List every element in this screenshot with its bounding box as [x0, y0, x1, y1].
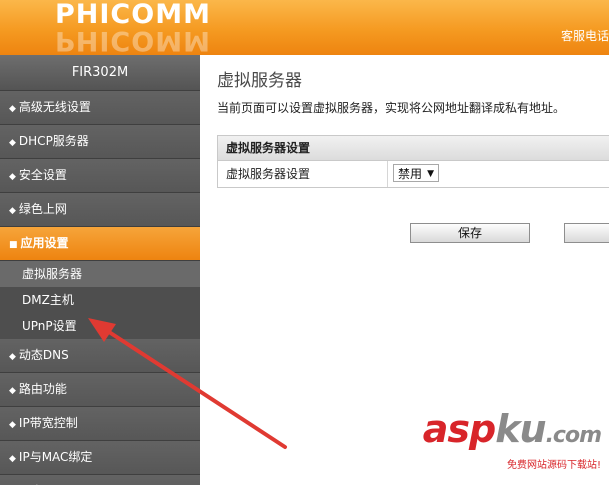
header-bar: PHICOMM PHICOMM 客服电话 [0, 0, 609, 55]
bullet-icon: ◆ [9, 420, 16, 430]
sidebar-item-ip-mac-binding[interactable]: ◆ IP与MAC绑定 [0, 441, 200, 475]
sidebar-item-dhcp-server[interactable]: ◆ DHCP服务器 [0, 125, 200, 159]
bullet-icon: ◆ [9, 104, 16, 114]
table-row: 虚拟服务器设置 禁用 ▼ [218, 161, 609, 187]
bullet-icon: ◆ [9, 172, 16, 182]
brand-logo-reflection: PHICOMM [55, 25, 211, 55]
row-divider [387, 161, 388, 187]
bullet-icon: ◆ [9, 352, 16, 362]
virtual-server-enable-select[interactable]: 禁用 ▼ [393, 164, 439, 182]
sidebar-item-label: IP与MAC绑定 [18, 450, 93, 464]
sidebar-item-label: 应用设置 [20, 236, 69, 250]
sidebar-subitem-dmz-host[interactable]: DMZ主机 [0, 287, 200, 313]
device-model: FIR302M [0, 55, 200, 91]
sidebar-item-green-internet[interactable]: ◆ 绿色上网 [0, 193, 200, 227]
sidebar-item-ip-bandwidth[interactable]: ◆ IP带宽控制 [0, 407, 200, 441]
settings-table: 虚拟服务器设置 虚拟服务器设置 禁用 ▼ [217, 135, 609, 188]
sidebar: FIR302M ◆ 高级无线设置 ◆ DHCP服务器 ◆ 安全设置 ◆ 绿色上网 ■ 应用… [0, 55, 200, 485]
page-description: 当前页面可以设置虚拟服务器，实现将公网地址翻译成私有地址。 [217, 101, 566, 115]
hotline-label: 客服电话 [560, 29, 609, 43]
sidebar-item-ddns[interactable]: ◆ 动态DNS [0, 339, 200, 373]
chevron-down-icon: ▼ [427, 169, 434, 179]
sidebar-subitem-upnp[interactable]: UPnP设置 [0, 313, 200, 339]
sidebar-item-label: DHCP服务器 [18, 134, 89, 148]
main-content: 虚拟服务器 当前页面可以设置虚拟服务器，实现将公网地址翻译成私有地址。 虚拟服务… [200, 55, 609, 485]
bullet-icon: ◆ [9, 206, 16, 216]
sidebar-item-logout[interactable]: ◆退出 [0, 475, 200, 485]
bullet-icon: ◆ [9, 454, 16, 464]
save-button[interactable]: 保存 [410, 223, 530, 243]
bullet-icon: ■ [9, 240, 18, 250]
table-header: 虚拟服务器设置 [218, 136, 609, 161]
sidebar-subitem-virtual-server[interactable]: 虚拟服务器 [0, 261, 200, 287]
secondary-button[interactable] [564, 223, 609, 243]
sidebar-item-routing[interactable]: ◆ 路由功能 [0, 373, 200, 407]
sidebar-item-label: IP带宽控制 [18, 416, 78, 430]
sidebar-item-advanced-wireless[interactable]: ◆ 高级无线设置 [0, 91, 200, 125]
bullet-icon: ◆ [9, 138, 16, 148]
sidebar-item-label: 绿色上网 [18, 202, 67, 216]
sidebar-item-label: 高级无线设置 [18, 100, 91, 114]
sidebar-item-label: 路由功能 [18, 382, 67, 396]
sidebar-item-label: 动态DNS [18, 348, 69, 362]
sidebar-item-security[interactable]: ◆ 安全设置 [0, 159, 200, 193]
row-label: 虚拟服务器设置 [226, 167, 311, 181]
page-title: 虚拟服务器 [217, 71, 302, 91]
sidebar-item-app-settings[interactable]: ■ 应用设置 [0, 227, 200, 261]
select-value: 禁用 [398, 167, 423, 181]
sidebar-item-label: 安全设置 [18, 168, 67, 182]
bullet-icon: ◆ [9, 386, 16, 396]
